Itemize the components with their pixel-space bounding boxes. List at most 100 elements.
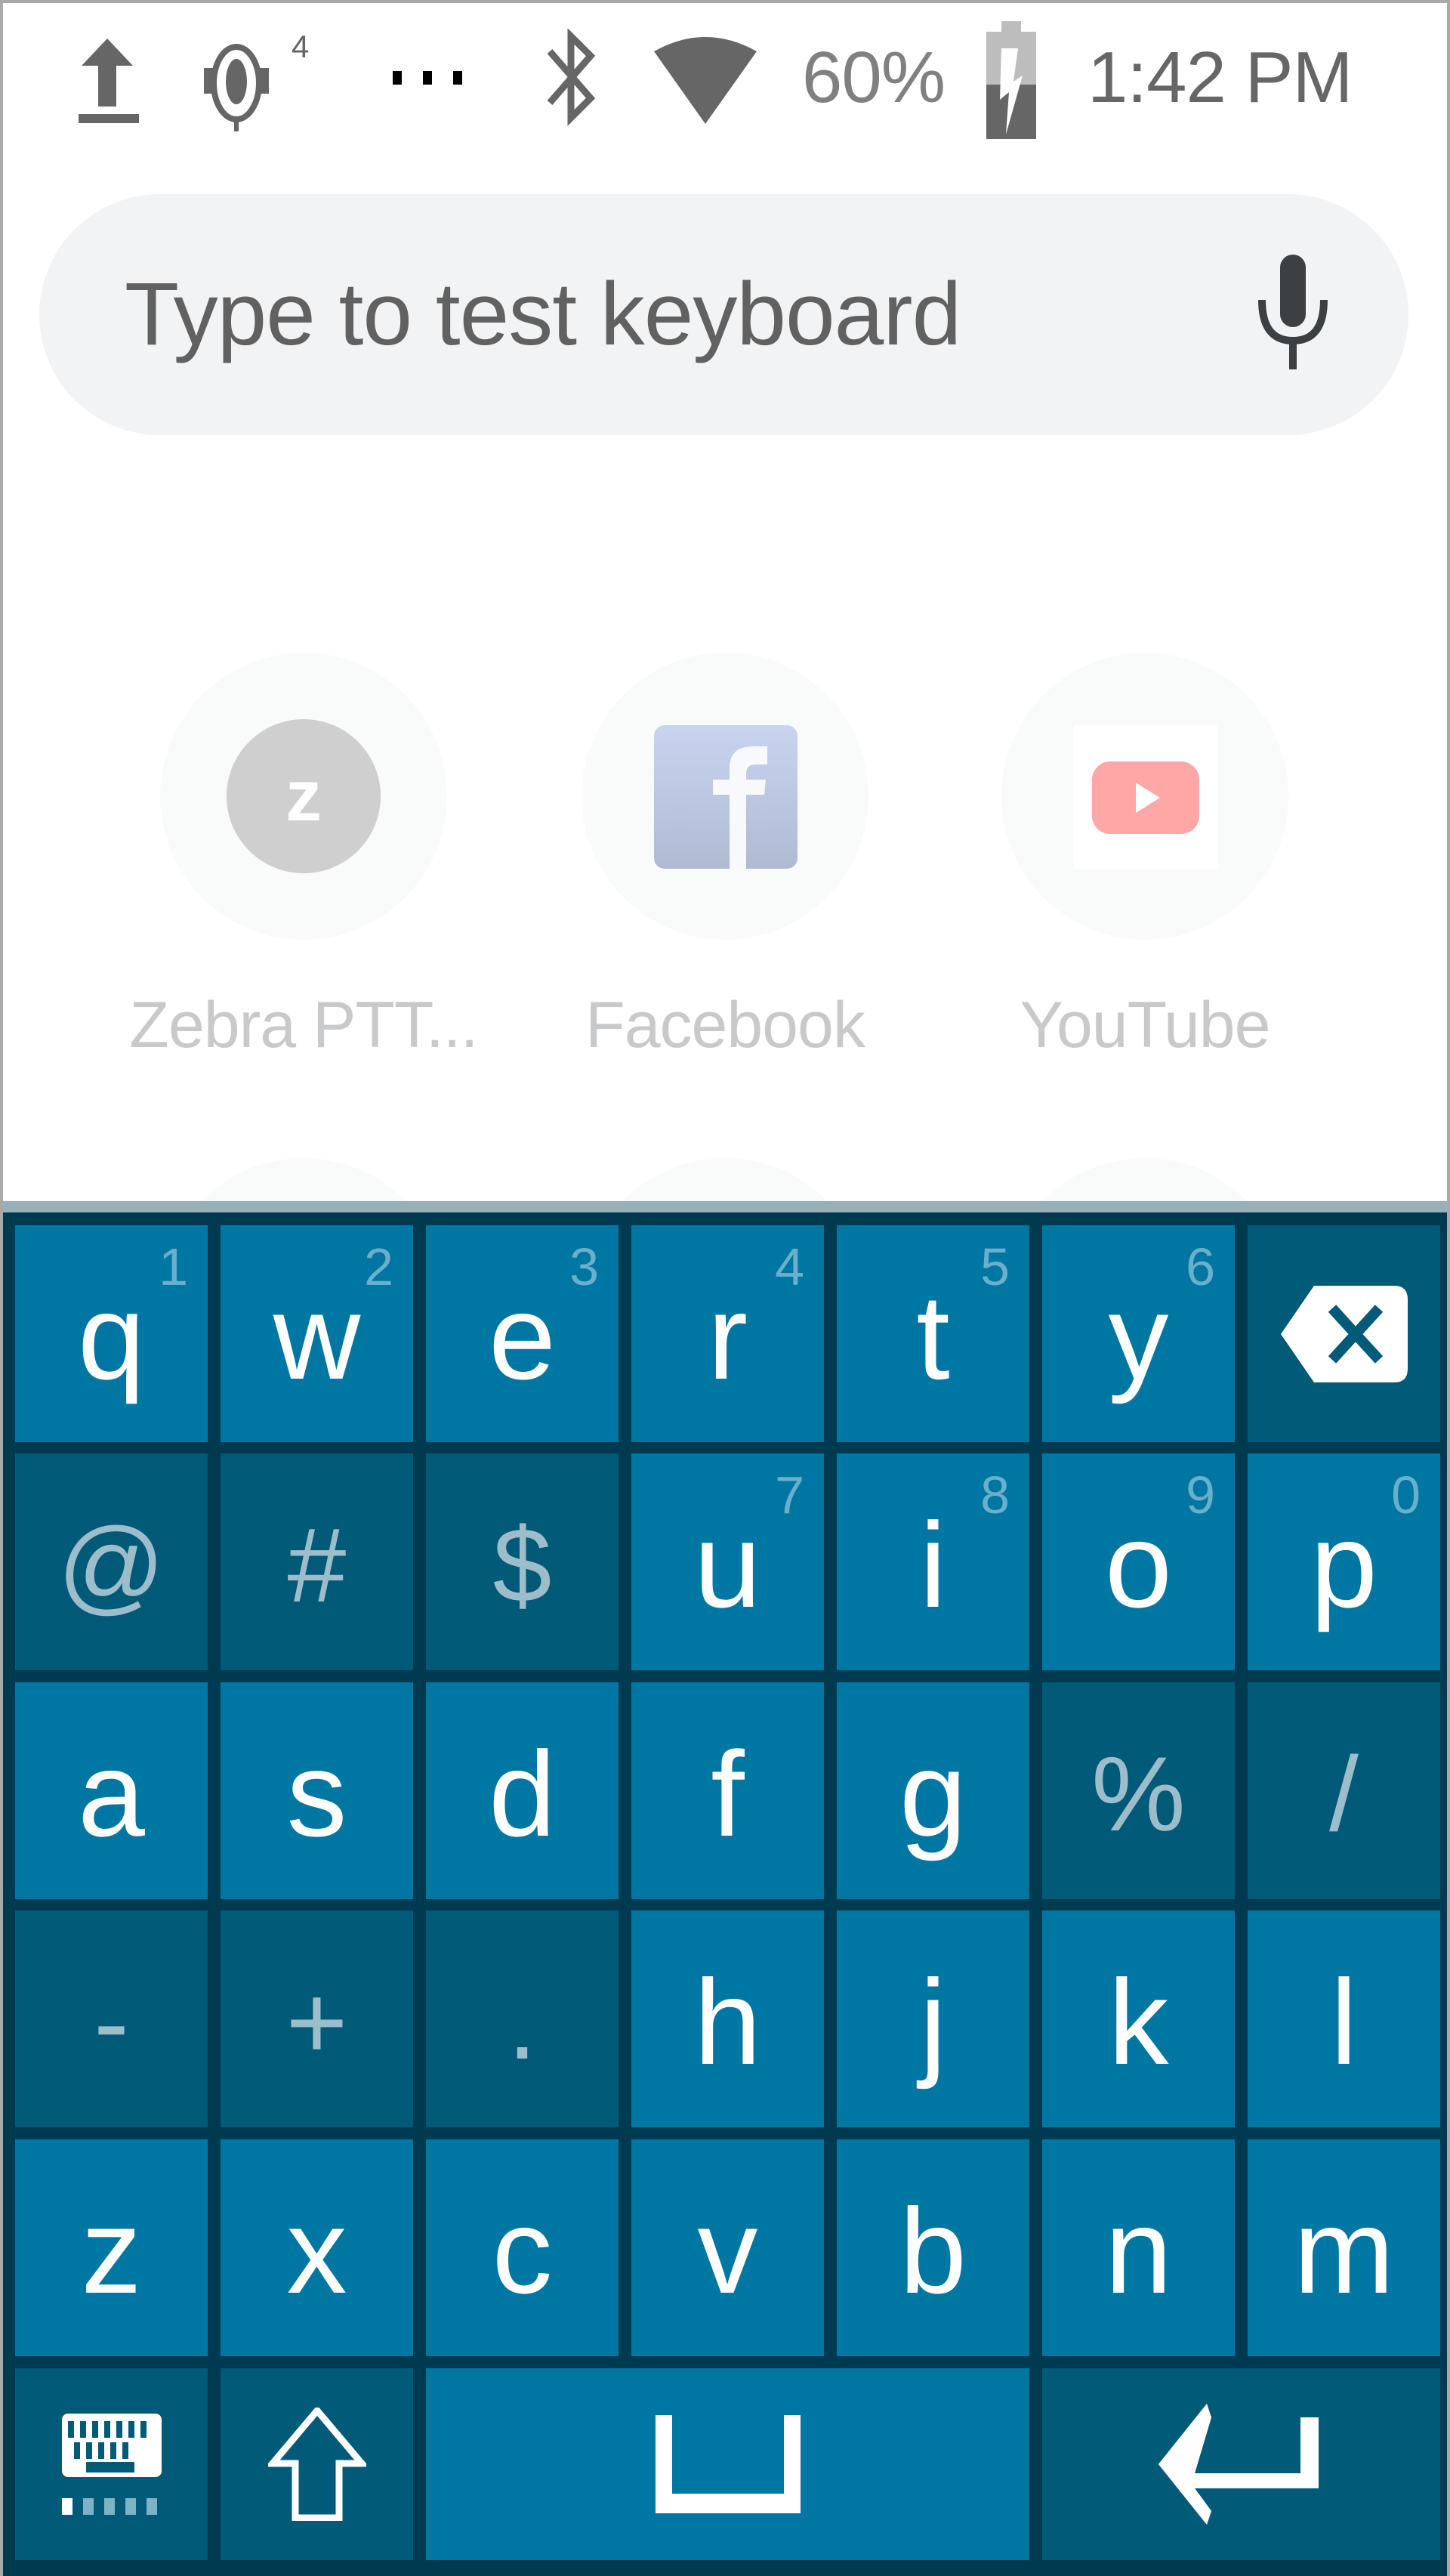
key-at[interactable]: @	[15, 1453, 208, 1670]
shift-icon	[267, 2408, 366, 2521]
key-label: x	[286, 2182, 347, 2318]
status-bar: 4 60% 1:42 PM	[0, 0, 1450, 155]
key-label: %	[1091, 1734, 1186, 1853]
key-hash[interactable]: #	[221, 1453, 413, 1670]
key-label: y	[1108, 1268, 1169, 1404]
key-p[interactable]: p0	[1248, 1453, 1440, 1670]
app-label-facebook: Facebook	[585, 989, 865, 1061]
key-minus[interactable]: -	[15, 1910, 208, 2127]
key-dollar[interactable]: $	[426, 1453, 619, 1670]
zebra-ptt-icon: z	[227, 719, 381, 873]
key-i[interactable]: i8	[837, 1453, 1029, 1670]
key-percent[interactable]: %	[1042, 1682, 1235, 1899]
key-label: a	[78, 1725, 145, 1861]
key-label: $	[492, 1505, 552, 1624]
key-number-hint: 7	[775, 1466, 804, 1524]
facebook-icon	[654, 725, 798, 869]
key-label: u	[694, 1496, 761, 1632]
key-label: m	[1293, 2182, 1395, 2318]
battery-charging-icon	[986, 0, 1036, 155]
key-enter[interactable]	[1042, 2368, 1440, 2560]
key-number-hint: 0	[1391, 1466, 1421, 1524]
battery-percent: 60%	[802, 36, 946, 118]
key-e[interactable]: e3	[426, 1225, 619, 1442]
key-label: q	[78, 1268, 145, 1404]
key-h[interactable]: h	[631, 1910, 824, 2127]
key-a[interactable]: a	[15, 1682, 208, 1899]
key-o[interactable]: o9	[1042, 1453, 1235, 1670]
more-notifications-icon	[390, 0, 465, 155]
key-j[interactable]: j	[837, 1910, 1029, 2127]
key-label: w	[273, 1268, 361, 1404]
key-number-hint: 8	[980, 1466, 1010, 1524]
key-label: s	[286, 1725, 347, 1861]
key-label: -	[94, 1962, 129, 2081]
app-shortcut-youtube[interactable]	[1001, 653, 1288, 940]
key-z[interactable]: z	[15, 2139, 208, 2356]
key-d[interactable]: d	[426, 1682, 619, 1899]
key-m[interactable]: m	[1248, 2139, 1440, 2356]
key-f[interactable]: f	[631, 1682, 824, 1899]
key-number-hint: 6	[1186, 1237, 1215, 1296]
key-label: k	[1108, 1954, 1169, 2090]
key-x[interactable]: x	[221, 2139, 413, 2356]
key-label: t	[916, 1268, 950, 1404]
upload-icon	[72, 0, 142, 155]
keyboard-test-input[interactable]: Type to test keyboard	[39, 194, 1408, 435]
key-k[interactable]: k	[1042, 1910, 1235, 2127]
key-label: j	[919, 1954, 947, 2090]
app-label-youtube: YouTube	[1020, 989, 1271, 1061]
app-shortcut-zebra-ptt[interactable]: z	[160, 653, 447, 940]
screen-frame-top	[0, 0, 1450, 3]
key-label: h	[694, 1954, 761, 2090]
key-plus[interactable]: +	[221, 1910, 413, 2127]
key-keyboard-switch[interactable]	[15, 2368, 208, 2560]
key-label: @	[57, 1505, 165, 1624]
key-label: o	[1105, 1496, 1172, 1632]
keyboard-switch-icon	[61, 2414, 162, 2515]
enter-icon	[1158, 2404, 1325, 2525]
key-n[interactable]: n	[1042, 2139, 1235, 2356]
key-label: i	[919, 1496, 947, 1632]
key-backspace[interactable]	[1248, 1225, 1440, 1442]
key-period[interactable]: .	[426, 1910, 619, 2127]
key-r[interactable]: r4	[631, 1225, 824, 1442]
screen-frame-left	[0, 0, 3, 2576]
key-number-hint: 3	[569, 1237, 599, 1296]
app-shortcut-facebook[interactable]	[582, 653, 868, 940]
key-label: r	[707, 1268, 748, 1404]
key-q[interactable]: q1	[15, 1225, 208, 1442]
clock: 1:42 PM	[1088, 36, 1353, 118]
key-v[interactable]: v	[631, 2139, 824, 2356]
key-b[interactable]: b	[837, 2139, 1029, 2356]
key-label: e	[489, 1268, 556, 1404]
key-s[interactable]: s	[221, 1682, 413, 1899]
key-t[interactable]: t5	[837, 1225, 1029, 1442]
key-label: d	[489, 1725, 556, 1861]
key-label: f	[711, 1725, 745, 1861]
key-g[interactable]: g	[837, 1682, 1029, 1899]
key-label: n	[1105, 2182, 1172, 2318]
key-label: /	[1329, 1734, 1359, 1853]
bluetooth-icon	[545, 0, 598, 155]
space-icon	[655, 2415, 801, 2513]
key-u[interactable]: u7	[631, 1453, 824, 1670]
key-label: v	[697, 2182, 758, 2318]
app-label-zebra-ptt: Zebra PTT...	[129, 989, 478, 1061]
backspace-icon	[1280, 1285, 1408, 1382]
key-shift[interactable]	[221, 2368, 413, 2560]
key-label: g	[899, 1725, 967, 1861]
key-space[interactable]	[426, 2368, 1029, 2560]
key-c[interactable]: c	[426, 2139, 619, 2356]
key-label: z	[81, 2182, 142, 2318]
key-number-hint: 9	[1186, 1466, 1215, 1524]
key-w[interactable]: w2	[221, 1225, 413, 1442]
key-y[interactable]: y6	[1042, 1225, 1235, 1442]
key-slash[interactable]: /	[1248, 1682, 1440, 1899]
mic-icon[interactable]	[1251, 247, 1334, 383]
screen-frame-right	[1447, 0, 1450, 2576]
ptt-channel-badge: 4	[292, 29, 310, 64]
wifi-icon	[651, 0, 760, 155]
ptt-headset-icon: 4	[202, 0, 316, 155]
key-l[interactable]: l	[1248, 1910, 1440, 2127]
